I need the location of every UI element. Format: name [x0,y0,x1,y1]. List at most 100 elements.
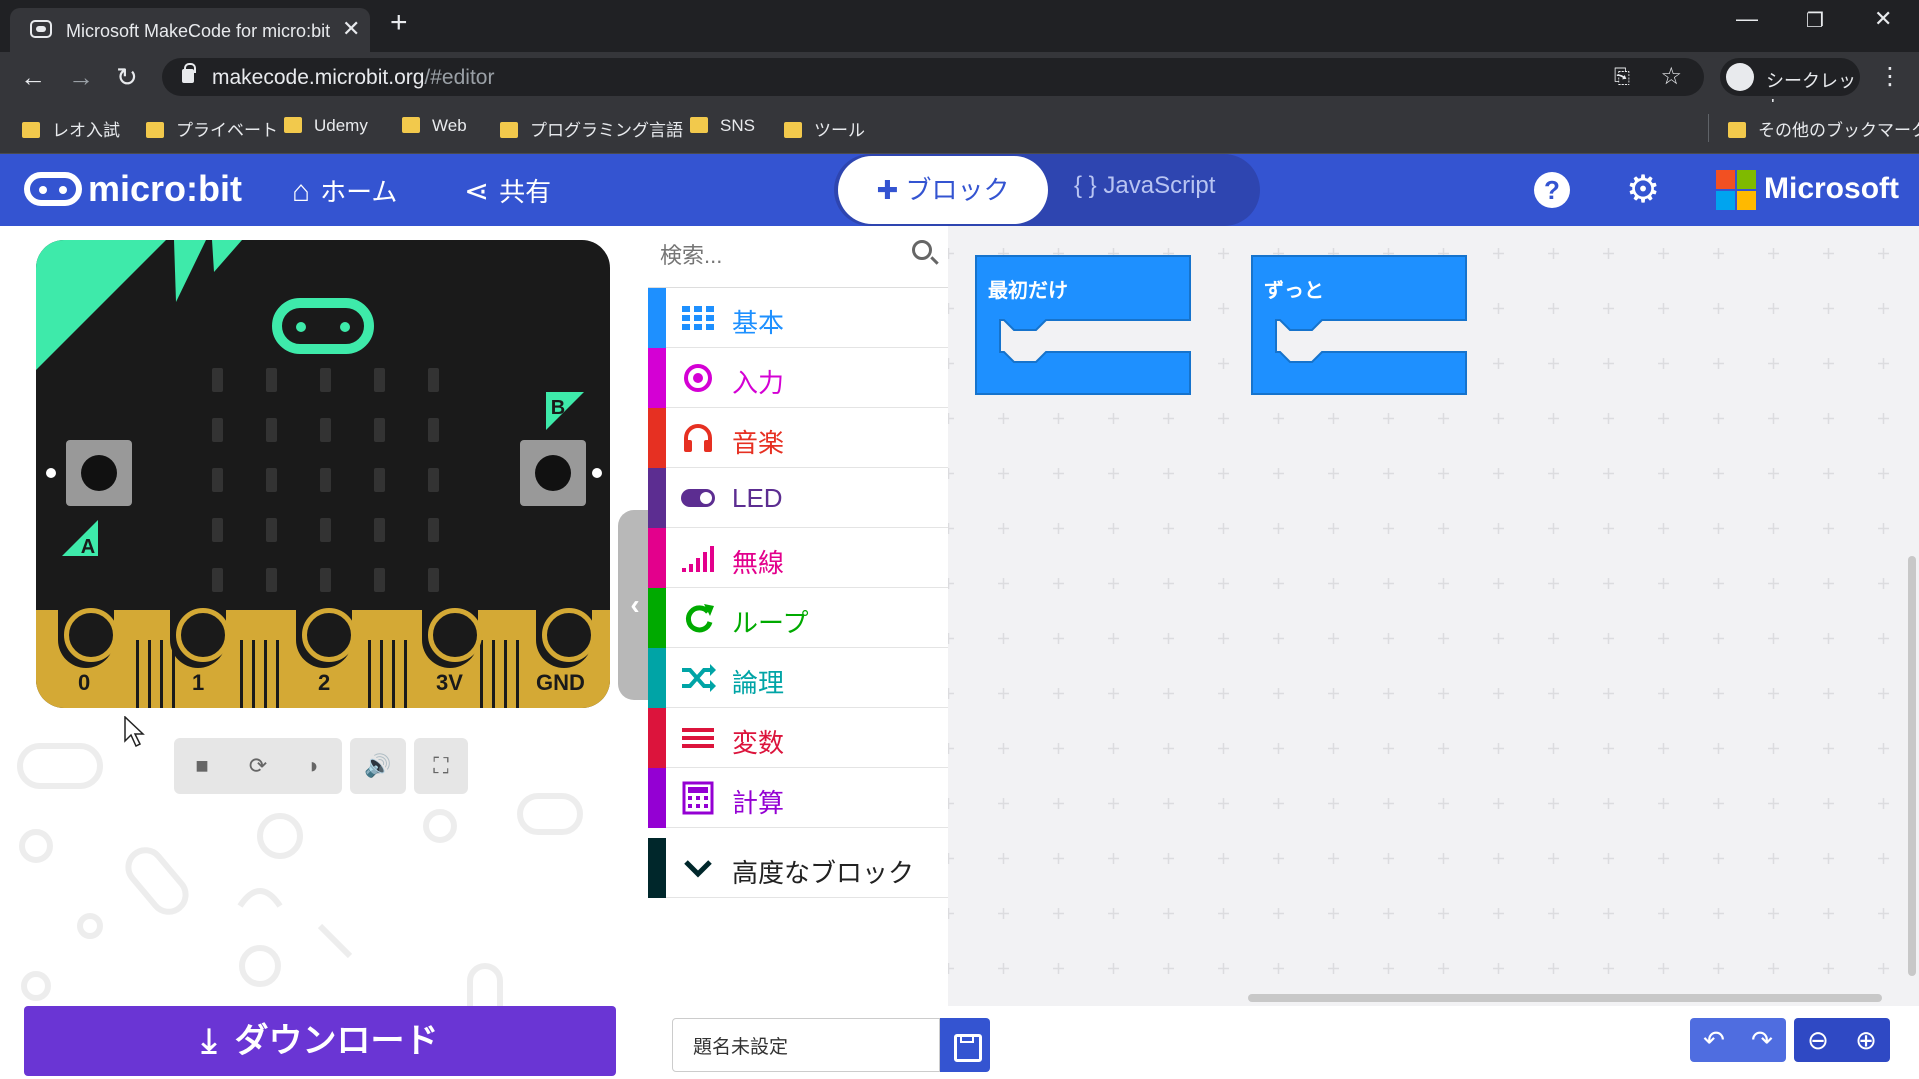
tab-close-icon[interactable]: ✕ [342,16,360,42]
button-b-letter: B [551,397,565,419]
refresh-icon [685,604,714,633]
zoom-out-icon[interactable]: ⊖ [1794,1018,1842,1062]
puzzle-icon: ✚ [876,175,906,205]
pin-label: GND [536,670,585,695]
incognito-profile-button[interactable]: シークレット [1720,58,1860,117]
restart-icon[interactable]: ⟳ [230,738,286,794]
toolbox-search [648,226,948,288]
pin-2[interactable] [296,608,356,668]
pin-label: 1 [192,670,205,695]
calculator-icon [682,781,714,815]
category-math[interactable]: 計算 [648,768,948,828]
mute-icon[interactable]: 🔊 [350,738,406,794]
category-music[interactable]: 音楽 [648,408,948,468]
category-loops[interactable]: ループ [648,588,948,648]
category-radio[interactable]: 無線 [648,528,948,588]
bookmark-folder[interactable]: Web [402,116,467,136]
save-icon[interactable] [940,1018,990,1072]
pin-0[interactable] [58,608,118,668]
browser-tab-bar: Microsoft MakeCode for micro:bit ✕ + — ❐… [0,0,1919,52]
button-a-label: A [62,520,98,556]
microbit-logo[interactable]: micro:bit [24,168,242,210]
redo-icon[interactable]: ↷ [1738,1018,1786,1062]
stop-icon[interactable]: ■ [174,738,230,794]
forever-block[interactable]: ずっと [1250,254,1468,396]
pin-gnd[interactable] [536,608,596,668]
incognito-icon [1726,63,1754,91]
zoom-group: ⊖ ⊕ [1794,1018,1890,1062]
home-button[interactable]: ⌂ ホーム [292,172,397,209]
button-a-letter: A [81,536,95,556]
translate-icon[interactable]: ⎘ [1614,66,1630,89]
blocks-workspace[interactable]: 最初だけ ずっと [948,226,1919,1006]
folder-icon [784,122,802,138]
folder-icon [690,117,708,133]
button-b[interactable] [520,440,586,506]
folder-icon [1728,122,1746,138]
tab-title: Microsoft MakeCode for micro:bit [66,21,331,41]
browser-tab[interactable]: Microsoft MakeCode for micro:bit ✕ [10,8,370,52]
share-button[interactable]: ⋖ 共有 [464,172,551,209]
category-variables[interactable]: 変数 [648,708,948,768]
forward-icon[interactable]: → [68,62,94,93]
category-advanced[interactable]: 高度なブロック [648,838,948,898]
restore-icon[interactable]: ❐ [1806,8,1824,33]
reload-icon[interactable]: ↻ [116,62,138,93]
grid-icon [682,306,714,330]
project-name-input[interactable] [672,1018,940,1072]
block-label: 最初だけ [988,280,1068,302]
pin-3v[interactable] [422,608,482,668]
back-icon[interactable]: ← [20,62,46,93]
microbit-board[interactable]: A B 0 1 2 3V GND [36,240,610,708]
bookmark-folder[interactable]: SNS [690,116,755,136]
microsoft-logo-icon[interactable] [1716,170,1756,210]
category-logic[interactable]: 論理 [648,648,948,708]
category-label: 計算 [732,788,785,818]
bookmark-folder[interactable]: プログラミング言語 [500,116,683,141]
category-led[interactable]: LED [648,468,948,528]
bookmark-folder[interactable]: ツール [784,116,865,141]
category-label: 基本 [732,308,785,338]
chrome-menu-icon[interactable]: ⋮ [1878,62,1902,91]
pin-label: 3V [436,670,463,695]
toggle-icon [681,489,715,507]
category-label: 論理 [732,668,785,698]
gear-icon[interactable]: ⚙ [1626,171,1662,209]
help-icon[interactable]: ? [1534,172,1570,208]
category-basic[interactable]: 基本 [648,288,948,348]
new-tab-button[interactable]: + [390,6,408,40]
bookmark-divider [1708,114,1709,142]
workspace-horizontal-scrollbar[interactable] [1248,994,1882,1002]
blocks-mode-button[interactable]: ✚ ブロック [838,156,1048,224]
search-icon[interactable] [912,240,932,260]
zoom-in-icon[interactable]: ⊕ [1842,1018,1890,1062]
bookmark-folder[interactable]: プライベート [146,116,278,141]
folder-icon [146,122,164,138]
button-a[interactable] [66,440,132,506]
collapse-simulator-button[interactable]: ‹ [618,510,652,700]
bookmark-folder[interactable]: Udemy [284,116,368,136]
fullscreen-icon[interactable]: ⛶ [414,738,468,794]
workspace-vertical-scrollbar[interactable] [1908,556,1916,976]
bookmark-star-icon[interactable]: ☆ [1660,62,1682,91]
download-button[interactable]: ⤓ ダウンロード [24,1006,616,1076]
address-bar[interactable]: makecode.microbit.org/#editor ⎘ ☆ [162,58,1704,96]
bookmark-folder[interactable]: レオ入試 [22,116,120,141]
other-bookmarks-folder[interactable]: その他のブックマーク [1728,116,1919,141]
search-input[interactable] [660,240,880,272]
slow-motion-icon[interactable]: ◗ [286,738,342,794]
category-label: LED [732,483,783,513]
button-b-dot [592,468,602,478]
on-start-block[interactable]: 最初だけ [974,254,1192,396]
pin-1[interactable] [170,608,230,668]
pin-label: 0 [78,670,91,695]
javascript-mode-button[interactable]: { } JavaScript [1074,172,1215,200]
chevron-down-icon [684,860,712,878]
category-input[interactable]: 入力 [648,348,948,408]
folder-icon [500,122,518,138]
undo-icon[interactable]: ↶ [1690,1018,1738,1062]
minimize-icon[interactable]: — [1736,6,1758,32]
category-label: 変数 [732,728,785,758]
category-label: 音楽 [732,428,785,458]
window-close-icon[interactable]: ✕ [1874,6,1892,32]
